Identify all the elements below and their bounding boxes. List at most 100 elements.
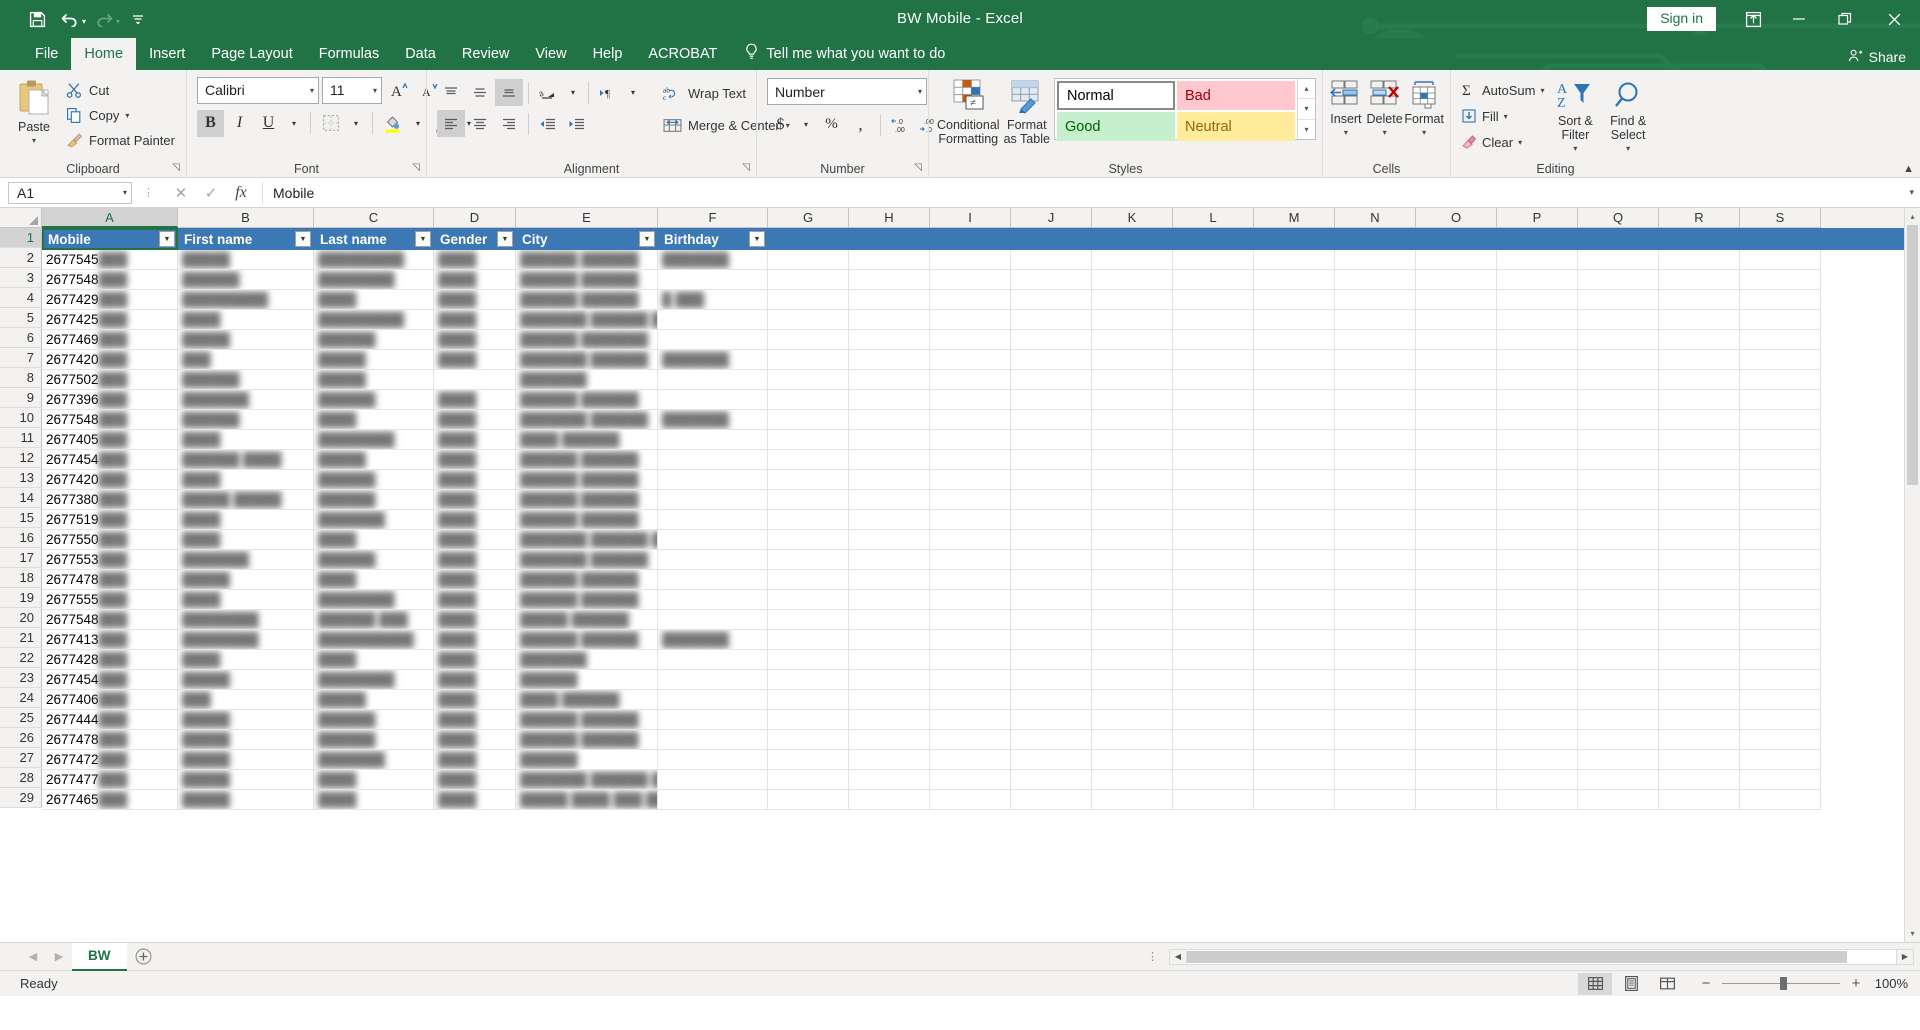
formula-bar-grip[interactable]: ⋮ [138,186,160,199]
cell-C16[interactable]: ████ [314,530,434,550]
cell-N6[interactable] [1335,330,1416,350]
cell-J12[interactable] [1011,450,1092,470]
cell-L6[interactable] [1173,330,1254,350]
cell-A28[interactable]: 2677477 ███ [42,770,178,790]
cell-K16[interactable] [1092,530,1173,550]
cell-O12[interactable] [1416,450,1497,470]
format-painter-button[interactable]: Format Painter [66,128,175,153]
share-button[interactable]: Share [1848,48,1906,66]
add-sheet-icon[interactable] [127,948,161,965]
cell-S7[interactable] [1740,350,1821,370]
row-header-25[interactable]: 25 [0,708,42,728]
cell-B21[interactable]: ████████ [178,630,314,650]
cell-I9[interactable] [930,390,1011,410]
vertical-scroll-track[interactable] [1905,225,1920,925]
cell-R16[interactable] [1659,530,1740,550]
fill-color-dropdown-caret-icon[interactable]: ▾ [408,110,428,137]
table-row[interactable]: 2677428 ███ ████ ████ ████ ███████ [42,650,1904,670]
cell-L23[interactable] [1173,670,1254,690]
cell-A17[interactable]: 2677553 ███ [42,550,178,570]
cell-K9[interactable] [1092,390,1173,410]
sheet-bar-splitter[interactable]: ⋮ [1147,950,1159,963]
underline-button[interactable]: U [255,110,282,137]
align-center-button[interactable] [466,110,494,137]
tell-me-search[interactable]: Tell me what you want to do [730,38,945,70]
cell-C25[interactable]: ██████ [314,710,434,730]
cell-G16[interactable] [768,530,849,550]
currency-button[interactable]: $ [767,111,794,138]
cell-L2[interactable] [1173,250,1254,270]
cell-M5[interactable] [1254,310,1335,330]
cell-R10[interactable] [1659,410,1740,430]
cell-E18[interactable]: ██████ ██████ [516,570,658,590]
cell-E13[interactable]: ██████ ██████ [516,470,658,490]
cell-F7[interactable]: ███████ [658,350,768,370]
cell-A15[interactable]: 2677519 ███ [42,510,178,530]
row-header-13[interactable]: 13 [0,468,42,488]
cell-Q22[interactable] [1578,650,1659,670]
cell-M17[interactable] [1254,550,1335,570]
cell-E21[interactable]: ██████ ██████ [516,630,658,650]
cell-D20[interactable]: ████ [434,610,516,630]
cell-J16[interactable] [1011,530,1092,550]
cell-M8[interactable] [1254,370,1335,390]
cell-J14[interactable] [1011,490,1092,510]
cell-P6[interactable] [1497,330,1578,350]
column-header-F[interactable]: F [658,208,768,228]
cell-D5[interactable]: ████ [434,310,516,330]
cell-H27[interactable] [849,750,930,770]
cell-I24[interactable] [930,690,1011,710]
styles-more-icon[interactable]: ▾ [1298,118,1315,139]
table-row[interactable]: 2677420 ███ ███ █████ ████ ███████ ██████ ████… [42,350,1904,370]
cell-B29[interactable]: █████ [178,790,314,810]
cell-O24[interactable] [1416,690,1497,710]
cell-P4[interactable] [1497,290,1578,310]
cell-H20[interactable] [849,610,930,630]
currency-dropdown-caret-icon[interactable]: ▾ [796,111,816,138]
cell-Q12[interactable] [1578,450,1659,470]
cell-R28[interactable] [1659,770,1740,790]
cell-K8[interactable] [1092,370,1173,390]
cell-A29[interactable]: 2677465 ███ [42,790,178,810]
cell-L13[interactable] [1173,470,1254,490]
cell-D2[interactable]: ████ [434,250,516,270]
cell-O13[interactable] [1416,470,1497,490]
cell-A26[interactable]: 2677478 ███ [42,730,178,750]
number-dialog-launcher[interactable]: ◹ [914,159,922,177]
cell-K14[interactable] [1092,490,1173,510]
cell-H25[interactable] [849,710,930,730]
cell-E9[interactable]: ██████ ██████ [516,390,658,410]
cell-L24[interactable] [1173,690,1254,710]
cell-C29[interactable]: ████ [314,790,434,810]
cell-S3[interactable] [1740,270,1821,290]
cell-K11[interactable] [1092,430,1173,450]
row-header-27[interactable]: 27 [0,748,42,768]
table-row[interactable]: 2677425 ███ ████ █████████ ████ ███████ █████… [42,310,1904,330]
cell-B3[interactable]: ██████ [178,270,314,290]
cell-H12[interactable] [849,450,930,470]
row-header-29[interactable]: 29 [0,788,42,808]
cell-P24[interactable] [1497,690,1578,710]
chevron-down-icon[interactable]: ▾ [367,86,377,95]
cell-B23[interactable]: █████ [178,670,314,690]
cell-F15[interactable] [658,510,768,530]
cell-L14[interactable] [1173,490,1254,510]
style-neutral[interactable]: Neutral [1177,112,1295,141]
underline-dropdown-caret-icon[interactable]: ▾ [284,110,304,137]
row-header-16[interactable]: 16 [0,528,42,548]
cell-E25[interactable]: ██████ ██████ [516,710,658,730]
cell-S20[interactable] [1740,610,1821,630]
bold-button[interactable]: B [197,109,224,137]
row-header-19[interactable]: 19 [0,588,42,608]
cell-C3[interactable]: ████████ [314,270,434,290]
cell-G21[interactable] [768,630,849,650]
cell-M10[interactable] [1254,410,1335,430]
cell-D10[interactable]: ████ [434,410,516,430]
cut-button[interactable]: Cut [66,78,175,103]
fill-dropdown-caret-icon[interactable]: ▾ [1504,112,1508,121]
vertical-scrollbar[interactable]: ▴ ▾ [1904,208,1920,942]
table-row[interactable]: 2677478 ███ █████ ████ ████ ██████ ██████ [42,570,1904,590]
row-header-7[interactable]: 7 [0,348,42,368]
cell-R9[interactable] [1659,390,1740,410]
font-size-combo[interactable]: 11 ▾ [322,76,382,104]
